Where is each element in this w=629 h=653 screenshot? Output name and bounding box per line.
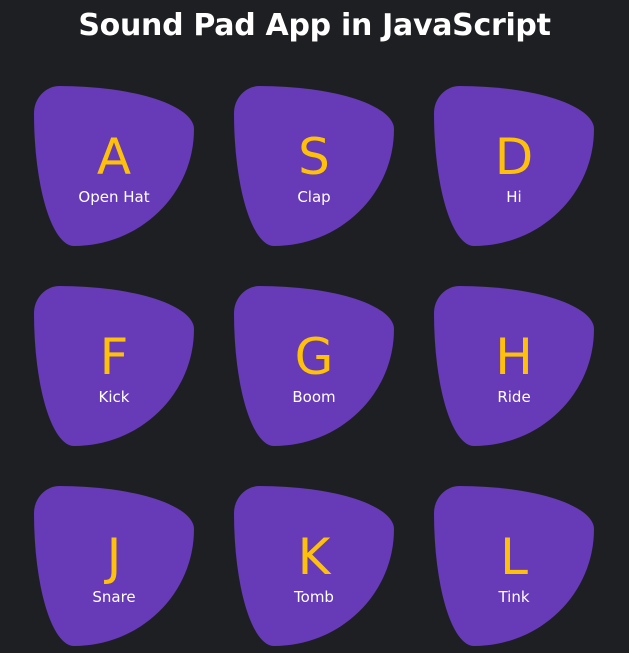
pad-sound-label: Kick bbox=[98, 388, 130, 406]
pad-g[interactable]: G Boom bbox=[234, 286, 394, 446]
pad-sound-label: Snare bbox=[92, 588, 136, 606]
page-title: Sound Pad App in JavaScript bbox=[78, 8, 551, 43]
pad-sound-label: Open Hat bbox=[78, 188, 150, 206]
pad-a[interactable]: A Open Hat bbox=[34, 86, 194, 246]
pad-d[interactable]: D Hi bbox=[434, 86, 594, 246]
pad-sound-label: Tomb bbox=[294, 588, 334, 606]
pad-key-letter: H bbox=[495, 328, 533, 386]
pad-key-letter: F bbox=[99, 328, 129, 386]
pad-j[interactable]: J Snare bbox=[34, 486, 194, 646]
pad-s[interactable]: S Clap bbox=[234, 86, 394, 246]
pad-key-letter: J bbox=[106, 528, 122, 586]
pad-key-letter: D bbox=[494, 128, 534, 186]
pad-l[interactable]: L Tink bbox=[434, 486, 594, 646]
pad-key-letter: A bbox=[96, 128, 132, 186]
pad-key-letter: S bbox=[298, 128, 330, 186]
pad-f[interactable]: F Kick bbox=[34, 286, 194, 446]
pad-sound-label: Boom bbox=[292, 388, 336, 406]
pad-grid: A Open Hat S Clap D Hi F Kick G Boom H R… bbox=[34, 86, 596, 646]
pad-h[interactable]: H Ride bbox=[434, 286, 594, 446]
pad-key-letter: K bbox=[297, 528, 331, 586]
pad-sound-label: Hi bbox=[506, 188, 522, 206]
pad-sound-label: Clap bbox=[297, 188, 331, 206]
pad-sound-label: Ride bbox=[497, 388, 531, 406]
pad-key-letter: G bbox=[294, 328, 334, 386]
pad-key-letter: L bbox=[500, 528, 528, 586]
pad-sound-label: Tink bbox=[498, 588, 530, 606]
pad-k[interactable]: K Tomb bbox=[234, 486, 394, 646]
sound-pad-app: Sound Pad App in JavaScript A Open Hat S… bbox=[0, 0, 629, 653]
